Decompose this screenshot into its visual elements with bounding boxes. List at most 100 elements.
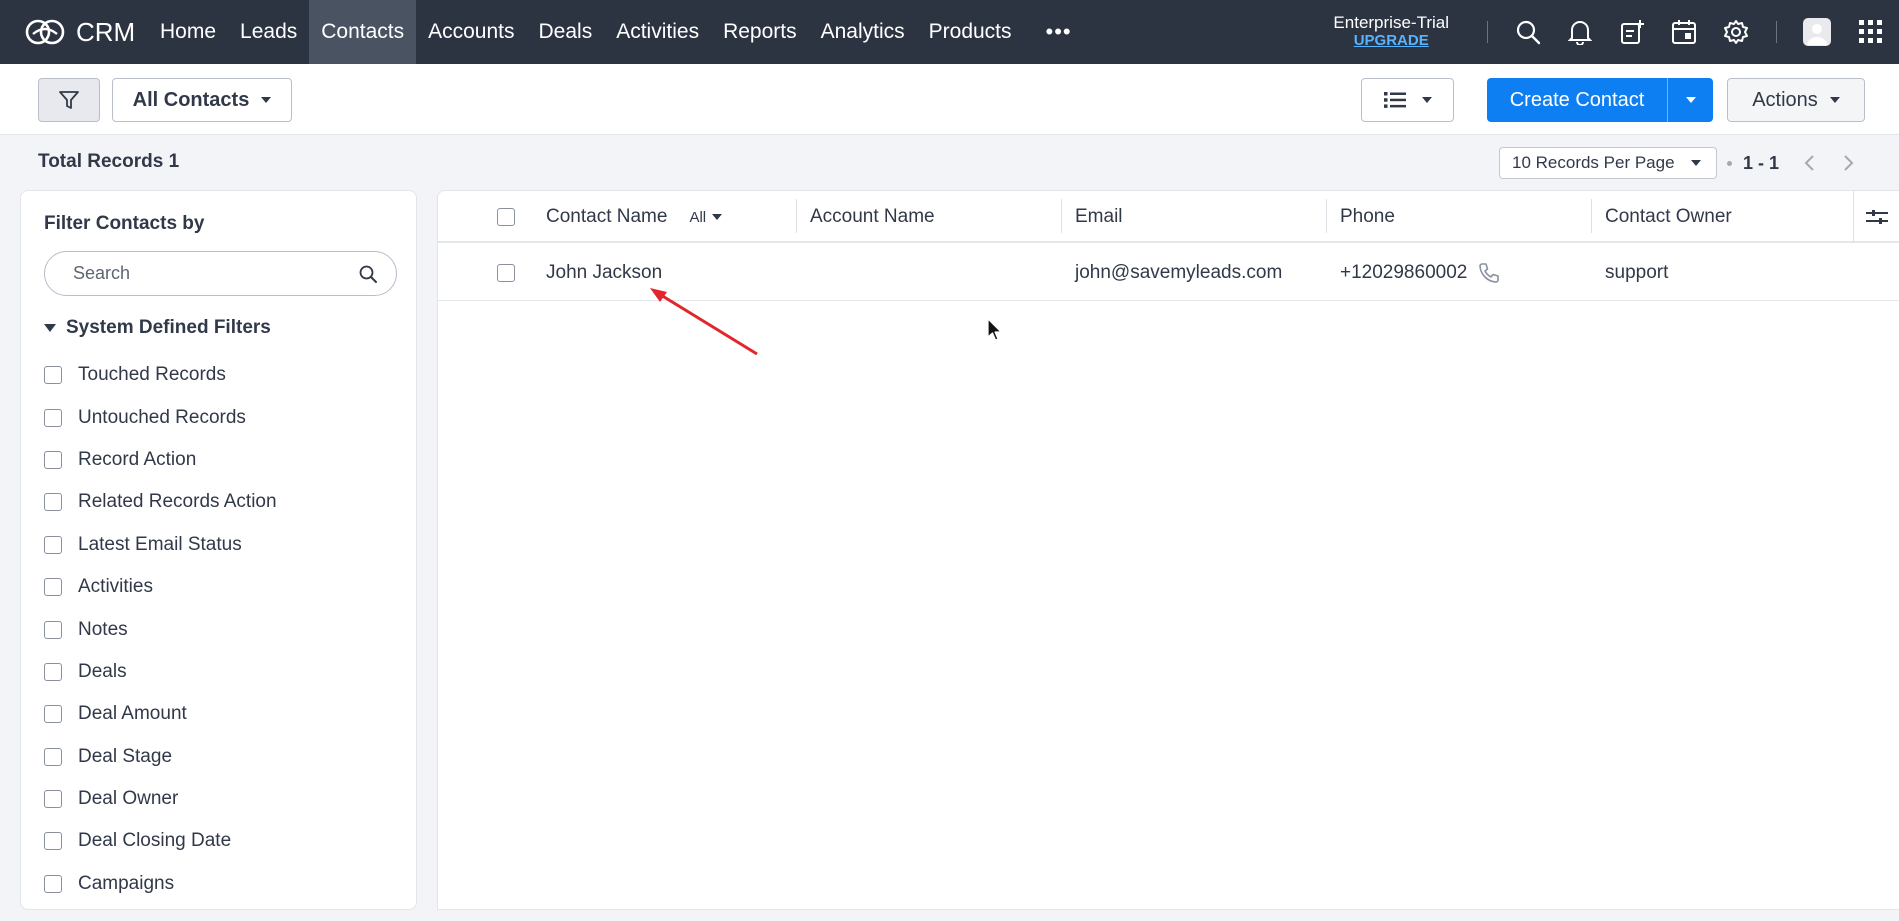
apps-grid-button[interactable] [1843,0,1899,64]
checkbox[interactable] [44,747,62,766]
quick-create-button[interactable] [1606,0,1658,64]
collapse-arrow-icon [44,324,56,332]
column-resize-handle[interactable] [796,199,797,233]
contact-name-link[interactable]: John Jackson [546,245,662,301]
crm-logo[interactable]: CRM [0,0,148,64]
filter-item[interactable]: Untouched Records [44,396,384,438]
column-label: Contact Name [546,206,668,227]
checkbox[interactable] [44,662,62,681]
column-resize-handle[interactable] [1591,199,1592,233]
select-all-checkbox[interactable] [497,208,515,226]
column-email[interactable]: Email [1075,191,1123,243]
nav-reports[interactable]: Reports [711,0,809,64]
create-options-dropdown[interactable] [1667,78,1713,122]
filter-item[interactable]: Latest Email Status [44,524,384,566]
checkbox[interactable] [44,832,62,851]
checkbox[interactable] [44,493,62,512]
filter-item[interactable]: Deal Amount [44,693,384,735]
filter-icon [59,91,79,109]
actions-dropdown[interactable]: Actions [1727,78,1865,122]
records-per-page-select[interactable]: 10 Records Per Page [1499,147,1717,179]
column-filter-label: All [689,208,707,226]
more-modules-button[interactable]: ••• [1024,0,1094,64]
checkbox[interactable] [44,450,62,469]
checkbox[interactable] [44,408,62,427]
checkbox[interactable] [44,578,62,597]
filter-item[interactable]: Deals [44,651,384,693]
filter-item[interactable]: Record Action [44,439,384,481]
filter-label: Campaigns [78,872,175,894]
column-phone[interactable]: Phone [1340,191,1395,243]
checkbox[interactable] [44,874,62,893]
filter-item[interactable]: Activities [44,566,384,608]
filter-label: Untouched Records [78,406,246,428]
checkbox[interactable] [44,366,62,385]
nav-accounts[interactable]: Accounts [416,0,526,64]
column-contact-name[interactable]: Contact Name All [546,191,723,243]
filter-item[interactable]: Campaigns [44,863,384,905]
settings-button[interactable] [1710,0,1762,64]
records-per-page-label: 10 Records Per Page [1512,153,1675,172]
notifications-button[interactable] [1554,0,1606,64]
nav-home[interactable]: Home [148,0,228,64]
filter-label: Deals [78,660,127,682]
column-label: Contact Owner [1605,206,1732,227]
email-cell[interactable]: john@savemyleads.com [1075,245,1282,301]
filter-item[interactable]: Deal Closing Date [44,820,384,862]
nav-products[interactable]: Products [917,0,1024,64]
nav-leads[interactable]: Leads [228,0,309,64]
main-nav: Home Leads Contacts Accounts Deals Activ… [148,0,1094,64]
filter-item[interactable]: Touched Records [44,354,384,396]
next-page-button[interactable] [1838,150,1860,176]
contact-name-filter-dropdown[interactable]: All [689,208,723,226]
custom-view-label: All Contacts [132,88,250,111]
previous-page-button[interactable] [1798,150,1820,176]
filter-label: Related Records Action [78,491,277,513]
chevron-down-icon [1690,160,1701,166]
edition-label: Enterprise-Trial [1333,13,1449,33]
filter-label: Latest Email Status [78,533,242,555]
custom-view-dropdown[interactable]: All Contacts [112,78,292,122]
filter-search-input[interactable]: Search [44,251,397,296]
view-mode-dropdown[interactable] [1361,78,1454,122]
filter-label: Deal Closing Date [78,830,232,852]
nav-contacts[interactable]: Contacts [309,0,417,64]
divider [1487,21,1488,43]
column-account-name[interactable]: Account Name [810,191,935,243]
toggle-filter-button[interactable] [38,78,100,122]
checkbox[interactable] [44,790,62,809]
nav-deals[interactable]: Deals [527,0,605,64]
checkbox[interactable] [44,620,62,639]
search-button[interactable] [1502,0,1554,64]
add-note-icon [1621,20,1644,44]
nav-analytics[interactable]: Analytics [809,0,917,64]
contact-owner-cell: support [1605,262,1669,283]
phone-icon[interactable] [1477,261,1501,285]
chevron-down-icon [261,97,272,103]
column-contact-owner[interactable]: Contact Owner [1605,191,1732,243]
calendar-button[interactable] [1658,0,1710,64]
edition-info: Enterprise-Trial UPGRADE [1333,14,1449,49]
create-contact-button[interactable]: Create Contact [1487,78,1667,122]
gear-icon [1724,20,1748,44]
filter-sidebar-title: Filter Contacts by [44,213,205,234]
upgrade-link[interactable]: UPGRADE [1333,33,1449,50]
filter-item[interactable]: Deal Stage [44,736,384,778]
nav-activities[interactable]: Activities [604,0,711,64]
column-resize-handle[interactable] [1326,199,1327,233]
column-settings-button[interactable] [1853,191,1899,243]
row-checkbox[interactable] [497,264,515,282]
column-label: Phone [1340,206,1395,227]
filter-item[interactable]: Deal Owner [44,778,384,820]
user-profile-button[interactable] [1791,0,1843,64]
row-checkbox-cell [497,245,515,301]
crm-logo-icon [25,19,65,45]
filter-item[interactable]: Notes [44,608,384,650]
checkbox[interactable] [44,535,62,554]
table-row[interactable]: John Jackson john@savemyleads.com +12029… [438,245,1899,301]
checkbox[interactable] [44,705,62,724]
total-records: Total Records 1 [38,151,179,173]
filter-item[interactable]: Related Records Action [44,481,384,523]
column-resize-handle[interactable] [1061,199,1062,233]
system-filters-toggle[interactable]: System Defined Filters [44,317,271,339]
